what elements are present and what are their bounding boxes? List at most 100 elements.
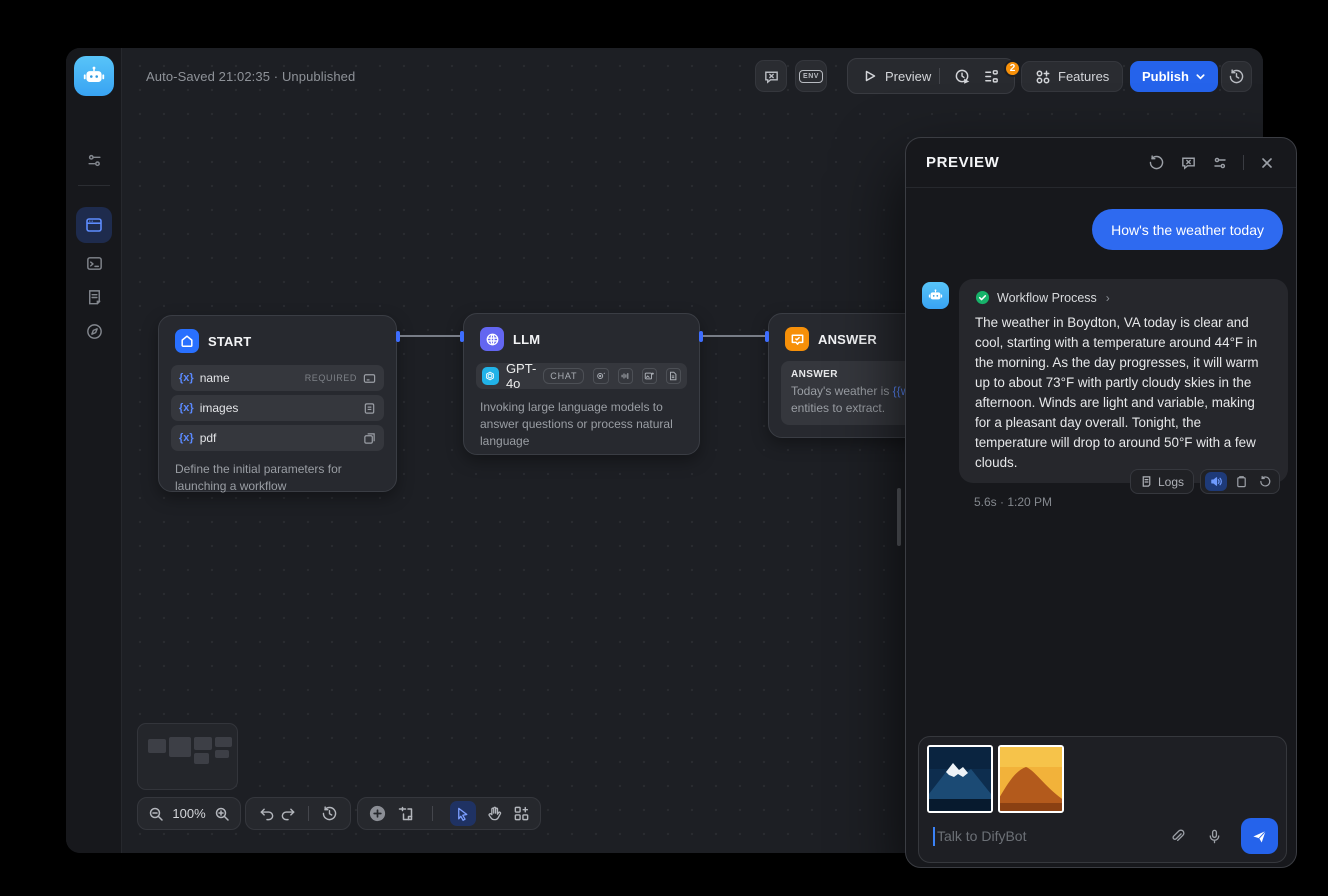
node-start[interactable]: START {x} name REQUIRED {x} images {x} p…: [158, 315, 397, 492]
change-history-icon[interactable]: [321, 805, 338, 822]
chat-x-icon: [763, 68, 780, 85]
variable-icon: {x}: [179, 432, 194, 444]
robot-icon: [81, 63, 107, 89]
start-field-images[interactable]: {x} images: [171, 395, 384, 421]
user-message-text: How's the weather today: [1111, 222, 1264, 238]
sidebar-item-logs[interactable]: [84, 287, 104, 307]
clipboard-icon: [1235, 475, 1248, 488]
clear-chat-button[interactable]: [1179, 154, 1197, 172]
sidebar-item-orchestrate[interactable]: [76, 207, 112, 243]
app-settings-button[interactable]: [84, 150, 104, 170]
app-avatar[interactable]: [74, 56, 114, 96]
text-caret: [933, 827, 935, 846]
refresh-icon: [1259, 475, 1272, 488]
start-output-port[interactable]: [396, 331, 400, 342]
undo-icon[interactable]: [258, 805, 275, 822]
environment-variables-button[interactable]: ENV: [795, 60, 827, 92]
regenerate-button[interactable]: [1255, 472, 1275, 491]
add-note-icon[interactable]: [397, 805, 415, 823]
logs-document-icon: [1140, 475, 1153, 488]
start-field-name[interactable]: {x} name REQUIRED: [171, 365, 384, 391]
canvas-tools: [357, 797, 541, 830]
publish-button[interactable]: Publish: [1130, 61, 1218, 92]
features-label: Features: [1058, 69, 1109, 84]
voice-input-button[interactable]: [1204, 826, 1224, 846]
features-button[interactable]: Features: [1021, 61, 1123, 92]
organize-layout-icon[interactable]: [513, 805, 530, 822]
sidebar-divider: [78, 185, 110, 186]
preview-run-button[interactable]: Preview: [848, 69, 931, 84]
chat-input-card: [918, 736, 1287, 863]
monitoring-compass-icon: [85, 322, 104, 341]
close-preview-button[interactable]: [1258, 154, 1276, 172]
redo-icon[interactable]: [280, 805, 297, 822]
answer-bubble-check-icon: [785, 327, 809, 351]
bot-avatar: [922, 282, 949, 309]
logs-label: Logs: [1158, 475, 1184, 489]
terminal-icon: [85, 254, 104, 273]
sliders-icon: [1212, 155, 1228, 171]
canvas-scrollbar[interactable]: [897, 488, 901, 546]
text-to-speech-button[interactable]: [1205, 472, 1227, 491]
chevron-down-icon: [1195, 71, 1206, 82]
features-icon: [1035, 69, 1051, 85]
chat-input[interactable]: [937, 828, 1167, 844]
autosave-text: Auto-Saved 21:02:35: [146, 69, 270, 84]
chat-annotation-button[interactable]: [755, 60, 787, 92]
sidebar-item-api[interactable]: [84, 253, 104, 273]
audio-icon: [618, 368, 633, 384]
chat-settings-button[interactable]: [1211, 154, 1229, 172]
orchestrate-window-icon: [84, 215, 104, 235]
llm-brain-icon: [480, 327, 504, 351]
zoom-out-icon[interactable]: [148, 806, 164, 822]
publish-label: Publish: [1142, 69, 1189, 84]
env-icon: ENV: [799, 70, 823, 83]
add-node-icon[interactable]: [368, 804, 387, 823]
speaker-icon: [1210, 475, 1223, 488]
cursor-icon: [455, 806, 470, 821]
zoom-control: 100%: [137, 797, 241, 830]
required-tag: REQUIRED: [305, 373, 357, 383]
home-icon: [175, 329, 199, 353]
llm-model-selector[interactable]: GPT-4o CHAT: [476, 363, 687, 389]
send-button[interactable]: [1241, 818, 1278, 854]
node-llm[interactable]: LLM GPT-4o CHAT Invoking large language …: [463, 313, 700, 455]
version-history-button[interactable]: [1221, 61, 1252, 92]
document-icon: [666, 368, 681, 384]
microphone-icon: [1206, 828, 1223, 845]
run-history-button[interactable]: [948, 68, 977, 85]
llm-input-port[interactable]: [460, 331, 464, 342]
success-check-icon: [975, 290, 990, 305]
blue-mountain-thumbnail[interactable]: [927, 745, 993, 813]
minimap[interactable]: [137, 723, 238, 790]
restart-conversation-button[interactable]: [1147, 154, 1165, 172]
checklist-button[interactable]: 2: [977, 68, 1014, 85]
paragraph-field-icon: [363, 402, 376, 415]
checklist-count-badge: 2: [1004, 60, 1021, 77]
orange-mountain-thumbnail[interactable]: [998, 745, 1064, 813]
llm-output-port[interactable]: [699, 331, 703, 342]
hand-tool-icon[interactable]: [486, 805, 503, 822]
logs-document-icon: [85, 288, 104, 307]
zoom-in-icon[interactable]: [214, 806, 230, 822]
llm-mode-badge: CHAT: [543, 368, 584, 384]
image-icon: [642, 368, 657, 384]
start-field-pdf[interactable]: {x} pdf: [171, 425, 384, 451]
workflow-process-toggle[interactable]: Workflow Process ›: [959, 279, 1288, 311]
close-icon: [1260, 156, 1274, 170]
copy-button[interactable]: [1231, 472, 1251, 491]
sidebar-item-monitoring[interactable]: [84, 321, 104, 341]
zoom-level[interactable]: 100%: [172, 806, 205, 821]
undo-redo-control: [245, 797, 351, 830]
bot-message-text: The weather in Boydton, VA today is clea…: [959, 311, 1288, 473]
clock-play-icon: [954, 68, 971, 85]
pointer-tool-button[interactable]: [450, 801, 476, 826]
edge-llm-answer: [702, 335, 767, 337]
chevron-right-icon: ›: [1106, 291, 1110, 305]
openai-icon: [482, 367, 499, 385]
attach-file-button[interactable]: [1167, 826, 1187, 846]
llm-model-name: GPT-4o: [506, 361, 536, 391]
history-clock-icon: [1228, 68, 1245, 85]
answer-input-port[interactable]: [765, 331, 769, 342]
logs-button[interactable]: Logs: [1130, 469, 1194, 494]
